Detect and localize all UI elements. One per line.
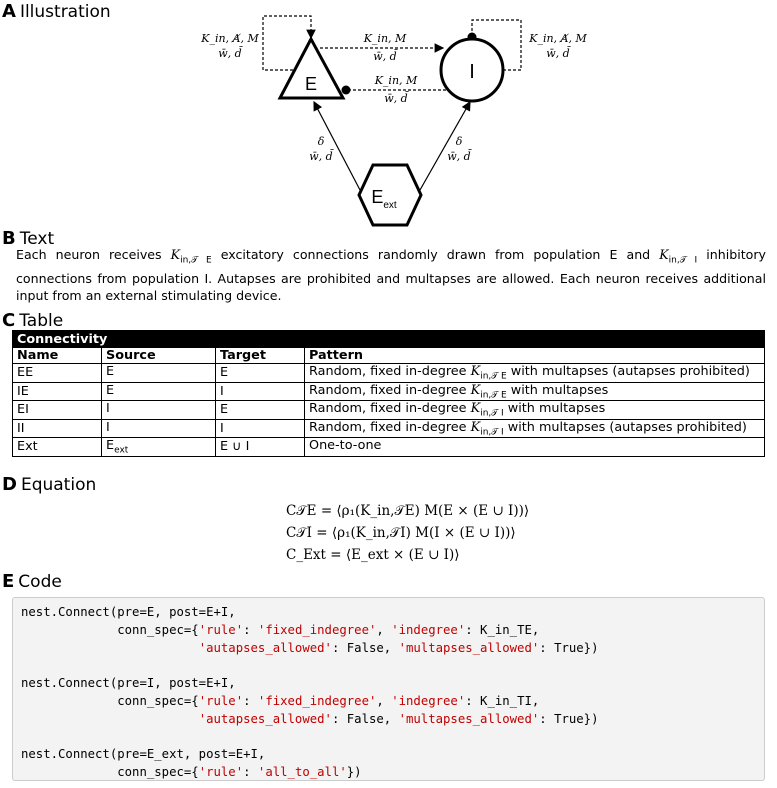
svg-text:w̄, d̄: w̄, d̄ <box>218 47 243 60</box>
inhibitory-synapse-ei <box>341 85 351 95</box>
ei-label: K_in, M <box>363 32 407 45</box>
ext-i-connection <box>419 100 471 191</box>
section-e-heading: E Code <box>2 571 62 592</box>
section-d-heading: D Equation <box>2 474 97 495</box>
node-e-label: E <box>305 74 317 94</box>
code-block: nest.Connect(pre=E, post=E+I, conn_spec=… <box>12 597 765 781</box>
node-i-label: I <box>469 61 475 83</box>
svg-text:w̄, d̄: w̄, d̄ <box>373 50 398 63</box>
table-caption: Connectivity <box>12 330 765 348</box>
ext-e-label: δ <box>318 135 325 148</box>
table-row: IE E I Random, fixed in-degree Kin,𝒯 E with… <box>12 381 765 402</box>
node-ext-hexagon <box>357 163 423 227</box>
equation-ti: C𝒯I = ⟨ρ₁(K_in,𝒯I) M(I × (E ∪ I))⟩ <box>286 525 516 541</box>
table-row: EE E E Random, fixed in-degree Kin,𝒯 E with… <box>12 363 765 383</box>
table-row: EI I E Random, fixed in-degree Kin,𝒯 I with… <box>12 400 765 420</box>
description-text: Each neuron receives Kin,𝒯 E excitatory … <box>16 247 766 303</box>
svg-text:w̄, d̄: w̄, d̄ <box>384 92 409 105</box>
table-row: II I I Random, fixed in-degree Kin,𝒯 I with… <box>12 418 765 439</box>
ee-label: K_in, A̸, M <box>200 32 259 45</box>
svg-text:w̄, d̄: w̄, d̄ <box>309 150 334 163</box>
svg-text:w̄, d̄: w̄, d̄ <box>546 47 571 60</box>
network-illustration: E I Eext K_in, A̸, Mw̄, d̄ K_in, Mw̄, d̄… <box>200 15 587 227</box>
connectivity-table: Connectivity Name Source Target Pattern EE E… <box>12 330 765 457</box>
svg-text:w̄, d̄: w̄, d̄ <box>447 150 472 163</box>
ie-label: K_in, M <box>374 74 418 87</box>
ii-label: K_in, A̸, M <box>528 32 587 45</box>
section-c-heading: C Table <box>2 310 64 331</box>
equation-ext: C_Ext = ⟨E_ext × (E ∪ I)⟩ <box>286 547 460 563</box>
ext-i-label: δ <box>456 135 463 148</box>
table-row: Ext Eext E ∪ I One-to-one <box>12 437 765 457</box>
equation-te: C𝒯E = ⟨ρ₁(K_in,𝒯E) M(E × (E ∪ I))⟩ <box>286 503 530 519</box>
